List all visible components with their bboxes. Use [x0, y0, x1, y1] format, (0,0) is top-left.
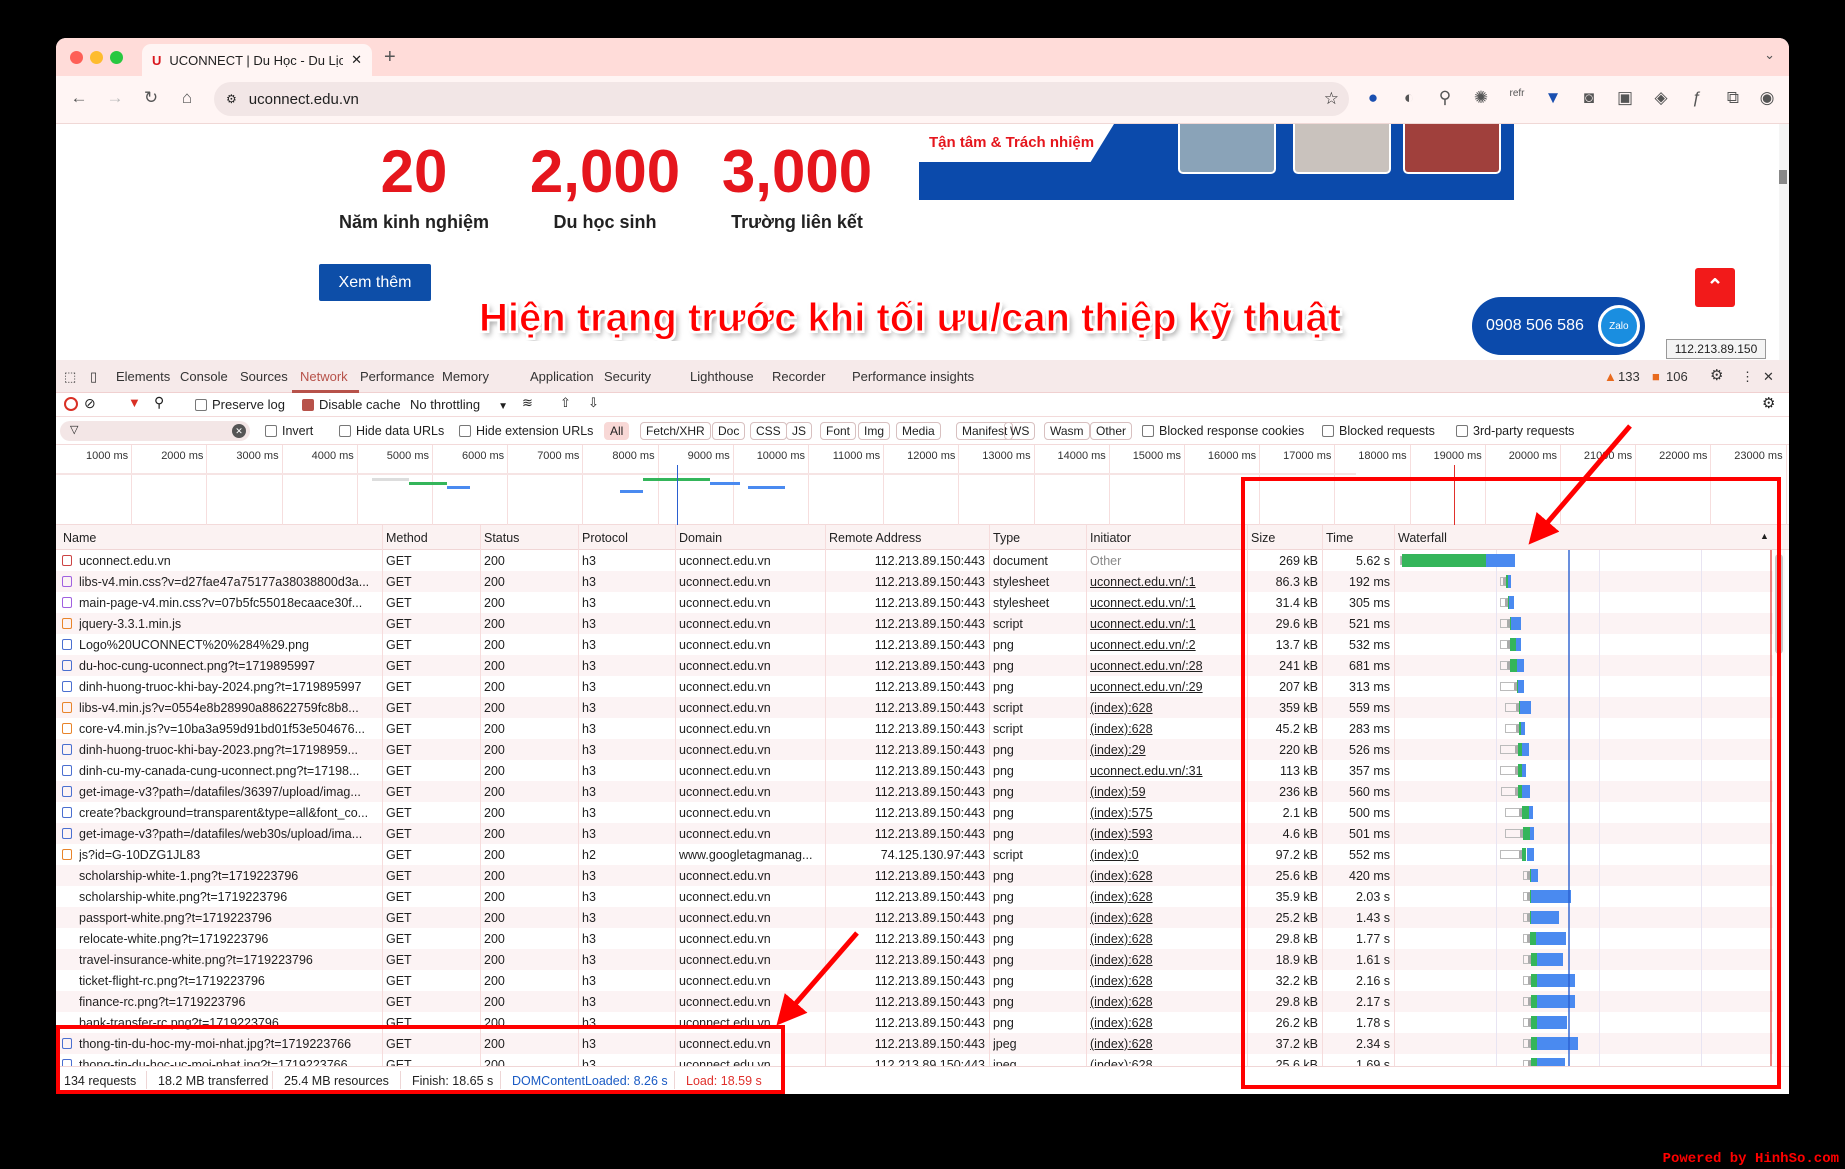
waterfall-queue-bar	[1523, 1018, 1531, 1027]
waterfall-waiting-bar	[1402, 554, 1486, 567]
waterfall-queue-bar	[1499, 661, 1511, 670]
waterfall-download-bar	[1522, 743, 1530, 756]
waterfall-queue-bar	[1499, 850, 1523, 859]
waterfall-queue-bar	[1499, 640, 1511, 649]
waterfall-download-bar	[1535, 932, 1566, 945]
arrow-to-waterfall	[1528, 424, 1632, 545]
waterfall-download-bar	[1518, 680, 1524, 693]
waterfall-queue-bar	[1523, 997, 1531, 1006]
waterfall-queue-bar	[1523, 1060, 1531, 1066]
arrow-to-summary	[776, 931, 859, 1026]
waterfall-download-bar	[1530, 890, 1571, 903]
waterfall-download-bar	[1528, 806, 1533, 819]
waterfall-download-bar	[1530, 911, 1559, 924]
waterfall-download-bar	[1536, 953, 1564, 966]
waterfall-queue-bar	[1523, 955, 1531, 964]
waterfall-queue-bar	[1505, 724, 1520, 733]
waterfall-download-bar	[1526, 848, 1534, 861]
waterfall-gridline	[1701, 550, 1702, 1066]
waterfall-queue-bar	[1499, 745, 1519, 754]
waterfall-dcl-line	[1567, 550, 1570, 1066]
waterfall-queue-bar	[1505, 808, 1523, 817]
waterfall-queue-bar	[1499, 766, 1519, 775]
waterfall-download-bar	[1522, 764, 1526, 777]
phone-contact-button[interactable]: 0908 506 586 Zalo	[1472, 297, 1645, 355]
waterfall-queue-bar	[1499, 619, 1511, 628]
waterfall-download-bar	[1522, 785, 1530, 798]
waterfall-load-line	[1770, 550, 1772, 1066]
waterfall-download-bar	[1517, 659, 1525, 672]
waterfall-download-bar	[1520, 701, 1531, 714]
waterfall-queue-bar	[1499, 598, 1509, 607]
waterfall-queue-bar	[1505, 703, 1520, 712]
waterfall-download-bar	[1508, 575, 1512, 588]
annotation-headline: Hiện trạng trước khi tối ưu/can thiệp kỹ…	[479, 296, 1342, 341]
phone-number: 0908 506 586	[1486, 317, 1584, 334]
waterfall-waiting-bar	[1510, 659, 1518, 672]
watermark: Powered by HinhSo.com	[1662, 1151, 1839, 1167]
waterfall-queue-bar	[1501, 787, 1519, 796]
waterfall-queue-bar	[1523, 976, 1531, 985]
waterfall-download-bar	[1509, 596, 1515, 609]
waterfall-download-bar	[1516, 638, 1522, 651]
zalo-icon: Zalo	[1597, 305, 1640, 347]
waterfall-download-bar	[1536, 1058, 1566, 1066]
waterfall-download-bar	[1521, 722, 1526, 735]
waterfall-gridline	[1496, 550, 1497, 1066]
waterfall-download-bar	[1536, 1037, 1579, 1050]
waterfall-gridline	[1599, 550, 1600, 1066]
waterfall-queue-bar	[1499, 682, 1518, 691]
waterfall-download-bar	[1536, 1016, 1567, 1029]
waterfall-download-bar	[1529, 827, 1534, 840]
waterfall-download-bar	[1485, 554, 1515, 567]
waterfall-queue-bar	[1523, 1039, 1531, 1048]
waterfall-download-bar	[1530, 869, 1539, 882]
waterfall-queue-bar	[1505, 829, 1524, 838]
waterfall-download-bar	[1511, 617, 1521, 630]
